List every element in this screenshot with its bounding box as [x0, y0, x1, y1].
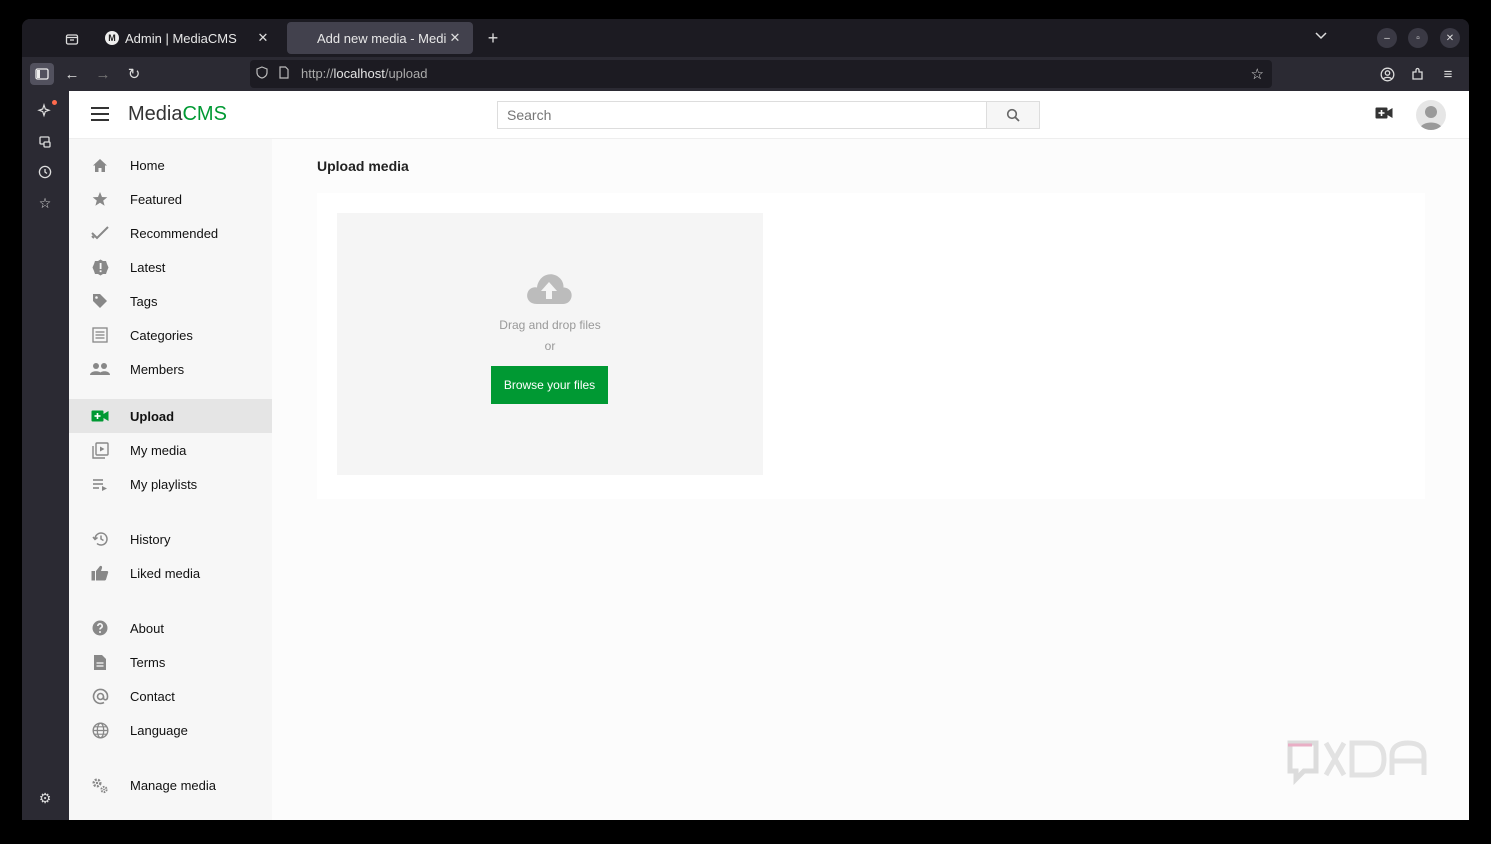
forward-arrow-icon[interactable]: →	[91, 63, 115, 85]
upload-card: Drag and drop files or Browse your files	[317, 193, 1425, 499]
help-icon	[90, 618, 110, 638]
left-navigation: Home Featured Recommended Latest Tags Ca…	[69, 139, 272, 820]
home-icon	[90, 155, 110, 175]
search-input[interactable]	[497, 101, 987, 129]
url-text: http://localhost/upload	[301, 66, 428, 81]
extensions-icon[interactable]	[1406, 63, 1430, 85]
close-tab-icon[interactable]: ✕	[255, 30, 271, 46]
nav-item-history[interactable]: History	[69, 522, 272, 556]
nav-item-latest[interactable]: Latest	[69, 250, 272, 284]
nav-item-about[interactable]: About	[69, 611, 272, 645]
synced-tabs-icon[interactable]	[36, 133, 54, 151]
site-logo[interactable]: MediaCMS	[128, 103, 227, 126]
search-button[interactable]	[986, 101, 1040, 129]
tab-favicon-icon	[297, 31, 311, 45]
people-icon	[90, 359, 110, 379]
bookmarks-star-icon[interactable]: ☆	[36, 194, 54, 212]
minimize-icon[interactable]: –	[1377, 28, 1397, 48]
search-icon	[1006, 108, 1020, 122]
page-info-icon[interactable]	[279, 66, 289, 82]
history-clock-icon[interactable]	[36, 163, 54, 181]
nav-item-language[interactable]: Language	[69, 713, 272, 747]
nav-item-terms[interactable]: Terms	[69, 645, 272, 679]
tab-label: Add new media - MediaCMS	[317, 30, 447, 46]
nav-item-my-playlists[interactable]: My playlists	[69, 467, 272, 501]
browser-window: M Admin | MediaCMS ✕ Add new media - Med…	[22, 19, 1469, 820]
menu-icon[interactable]: ≡	[1436, 63, 1460, 85]
drag-drop-text: Drag and drop files	[499, 318, 601, 332]
close-tab-icon[interactable]: ✕	[447, 30, 463, 46]
media-library-icon	[90, 440, 110, 460]
history-icon	[90, 529, 110, 549]
star-icon	[90, 189, 110, 209]
at-icon	[90, 686, 110, 706]
nav-item-home[interactable]: Home	[69, 148, 272, 182]
playlist-icon	[90, 474, 110, 494]
document-icon	[90, 652, 110, 672]
back-arrow-icon[interactable]: ←	[60, 63, 84, 85]
thumb-up-icon	[90, 563, 110, 583]
nav-item-manage-media[interactable]: Manage media	[69, 768, 272, 802]
tab-strip: M Admin | MediaCMS ✕ Add new media - Med…	[22, 19, 1469, 57]
nav-item-recommended[interactable]: Recommended	[69, 216, 272, 250]
nav-item-categories[interactable]: Categories	[69, 318, 272, 352]
ai-sparkle-icon[interactable]	[36, 102, 54, 120]
tab-add-new-media[interactable]: Add new media - MediaCMS ✕	[287, 22, 473, 54]
cloud-upload-icon	[525, 270, 573, 306]
alert-badge-icon	[90, 257, 110, 277]
nav-item-tags[interactable]: Tags	[69, 284, 272, 318]
shield-icon[interactable]	[256, 66, 268, 82]
close-window-icon[interactable]: ✕	[1440, 28, 1460, 48]
notification-dot	[52, 100, 57, 105]
nav-item-upload[interactable]: Upload	[69, 399, 272, 433]
web-content: MediaCMS Home Featured Reco	[69, 91, 1469, 820]
gears-icon	[90, 775, 110, 795]
account-icon[interactable]	[1375, 63, 1399, 85]
list-icon	[90, 325, 110, 345]
bookmark-star-icon[interactable]: ☆	[1251, 65, 1264, 83]
maximize-icon[interactable]: ▫	[1408, 28, 1428, 48]
video-add-icon	[90, 406, 110, 426]
site-header: MediaCMS	[69, 91, 1469, 139]
upload-video-icon[interactable]	[1375, 106, 1393, 122]
globe-icon	[90, 720, 110, 740]
tab-label: Admin | MediaCMS	[125, 30, 237, 46]
navigation-toolbar: ← → ↻ http://localhost/upload ☆ ≡	[22, 57, 1469, 91]
sidebar-toggle-icon[interactable]	[30, 63, 54, 85]
chevron-down-icon[interactable]	[1310, 27, 1332, 43]
or-text: or	[544, 339, 556, 353]
tag-icon	[90, 291, 110, 311]
nav-item-featured[interactable]: Featured	[69, 182, 272, 216]
check-icon	[90, 223, 110, 243]
new-tab-plus-icon[interactable]: +	[482, 27, 504, 49]
nav-item-liked-media[interactable]: Liked media	[69, 556, 272, 590]
file-dropzone[interactable]: Drag and drop files or Browse your files	[337, 213, 763, 475]
page-title: Upload media	[317, 158, 409, 174]
reload-icon[interactable]: ↻	[122, 63, 146, 85]
browser-sidebar: ☆ ⚙	[22, 91, 69, 820]
nav-item-contact[interactable]: Contact	[69, 679, 272, 713]
nav-item-members[interactable]: Members	[69, 352, 272, 386]
xda-watermark-logo	[1286, 737, 1431, 786]
tab-admin[interactable]: M Admin | MediaCMS ✕	[95, 22, 281, 54]
hamburger-menu-icon[interactable]	[91, 107, 109, 121]
settings-gear-icon[interactable]: ⚙	[36, 789, 54, 807]
url-bar[interactable]: http://localhost/upload ☆	[250, 60, 1272, 88]
nav-item-my-media[interactable]: My media	[69, 433, 272, 467]
mediacms-favicon-icon: M	[105, 31, 119, 45]
user-avatar[interactable]	[1416, 100, 1446, 130]
browse-files-button[interactable]: Browse your files	[491, 366, 608, 404]
tab-manager-icon[interactable]	[60, 27, 84, 51]
